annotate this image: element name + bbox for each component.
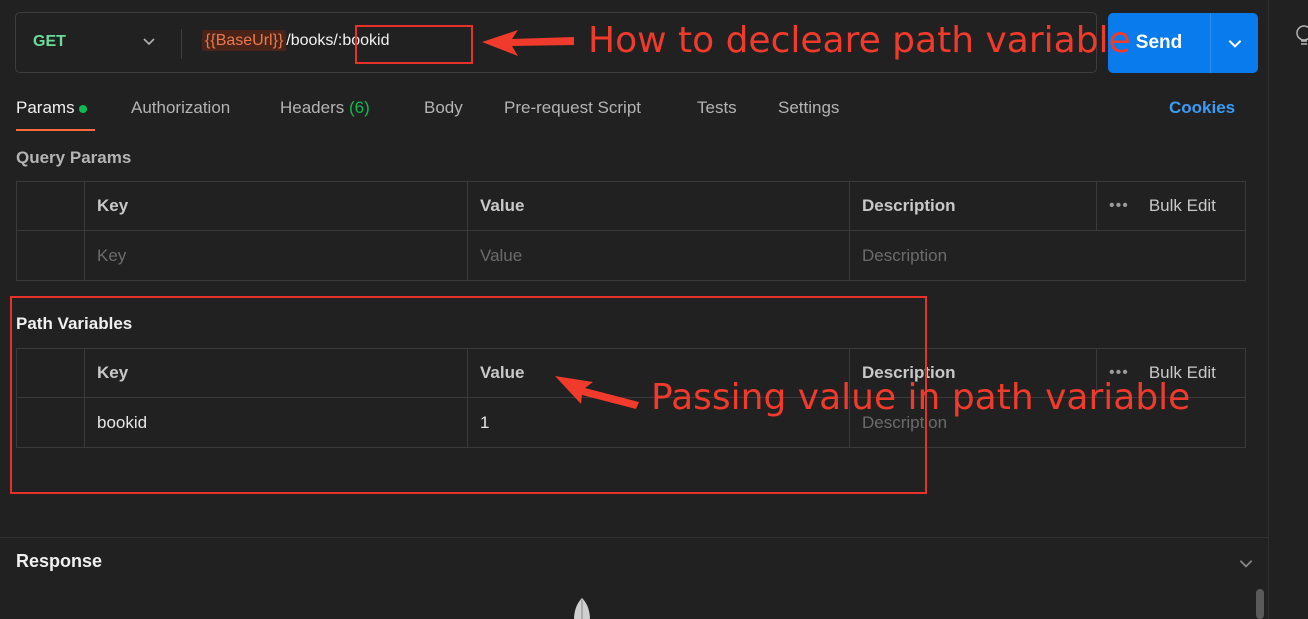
params-active-dot xyxy=(78,104,87,113)
bulk-edit-button[interactable]: Bulk Edit xyxy=(1149,196,1216,216)
bulk-edit-cell: ••• Bulk Edit xyxy=(1097,182,1245,230)
table-row: Key Value Description xyxy=(17,231,1245,280)
right-sidebar xyxy=(1268,0,1308,619)
tab-pre-request-script[interactable]: Pre-request Script xyxy=(504,98,641,118)
url-path: /books xyxy=(286,32,334,49)
key-column-header: Key xyxy=(85,182,468,230)
value-column-header: Value xyxy=(468,182,850,230)
rocket-icon xyxy=(574,598,590,619)
send-options-button[interactable] xyxy=(1210,13,1258,73)
tab-headers[interactable]: Headers (6) xyxy=(280,98,370,118)
scrollbar[interactable] xyxy=(1256,589,1264,619)
chevron-down-icon[interactable] xyxy=(1237,554,1255,572)
url-divider xyxy=(181,29,182,59)
active-tab-underline xyxy=(16,129,95,131)
response-title[interactable]: Response xyxy=(16,551,102,572)
annotation-arrow xyxy=(482,30,574,56)
url-variable-token[interactable]: {{BaseUrl}} xyxy=(202,30,287,51)
annotation-declare: How to decleare path variable xyxy=(588,20,1131,61)
tab-params[interactable]: Params xyxy=(16,98,87,118)
lightbulb-icon[interactable] xyxy=(1295,24,1308,48)
url-param-highlight-box xyxy=(355,25,473,64)
checkbox-column-header xyxy=(17,182,85,230)
headers-count: (6) xyxy=(349,98,370,117)
tab-body[interactable]: Body xyxy=(424,98,463,118)
tab-tests[interactable]: Tests xyxy=(697,98,737,118)
cookies-link[interactable]: Cookies xyxy=(1169,98,1235,118)
annotation-arrow xyxy=(555,376,639,409)
method-select[interactable]: GET xyxy=(33,33,66,51)
chevron-down-icon[interactable] xyxy=(141,33,157,49)
annotation-passing: Passing value in path variable xyxy=(651,377,1191,418)
query-params-table: Key Value Description ••• Bulk Edit Key … xyxy=(16,181,1246,281)
description-input[interactable]: Description xyxy=(850,231,1245,280)
chevron-down-icon xyxy=(1228,40,1241,48)
tab-settings[interactable]: Settings xyxy=(778,98,839,118)
key-input[interactable]: Key xyxy=(85,231,468,280)
tab-authorization[interactable]: Authorization xyxy=(131,98,230,118)
table-header-row: Key Value Description ••• Bulk Edit xyxy=(17,182,1245,231)
value-input[interactable]: Value xyxy=(468,231,850,280)
row-checkbox-cell xyxy=(17,231,85,280)
description-column-header: Description xyxy=(850,182,1097,230)
response-divider xyxy=(0,537,1268,538)
query-params-title: Query Params xyxy=(16,148,132,167)
more-options-icon[interactable]: ••• xyxy=(1109,197,1129,215)
